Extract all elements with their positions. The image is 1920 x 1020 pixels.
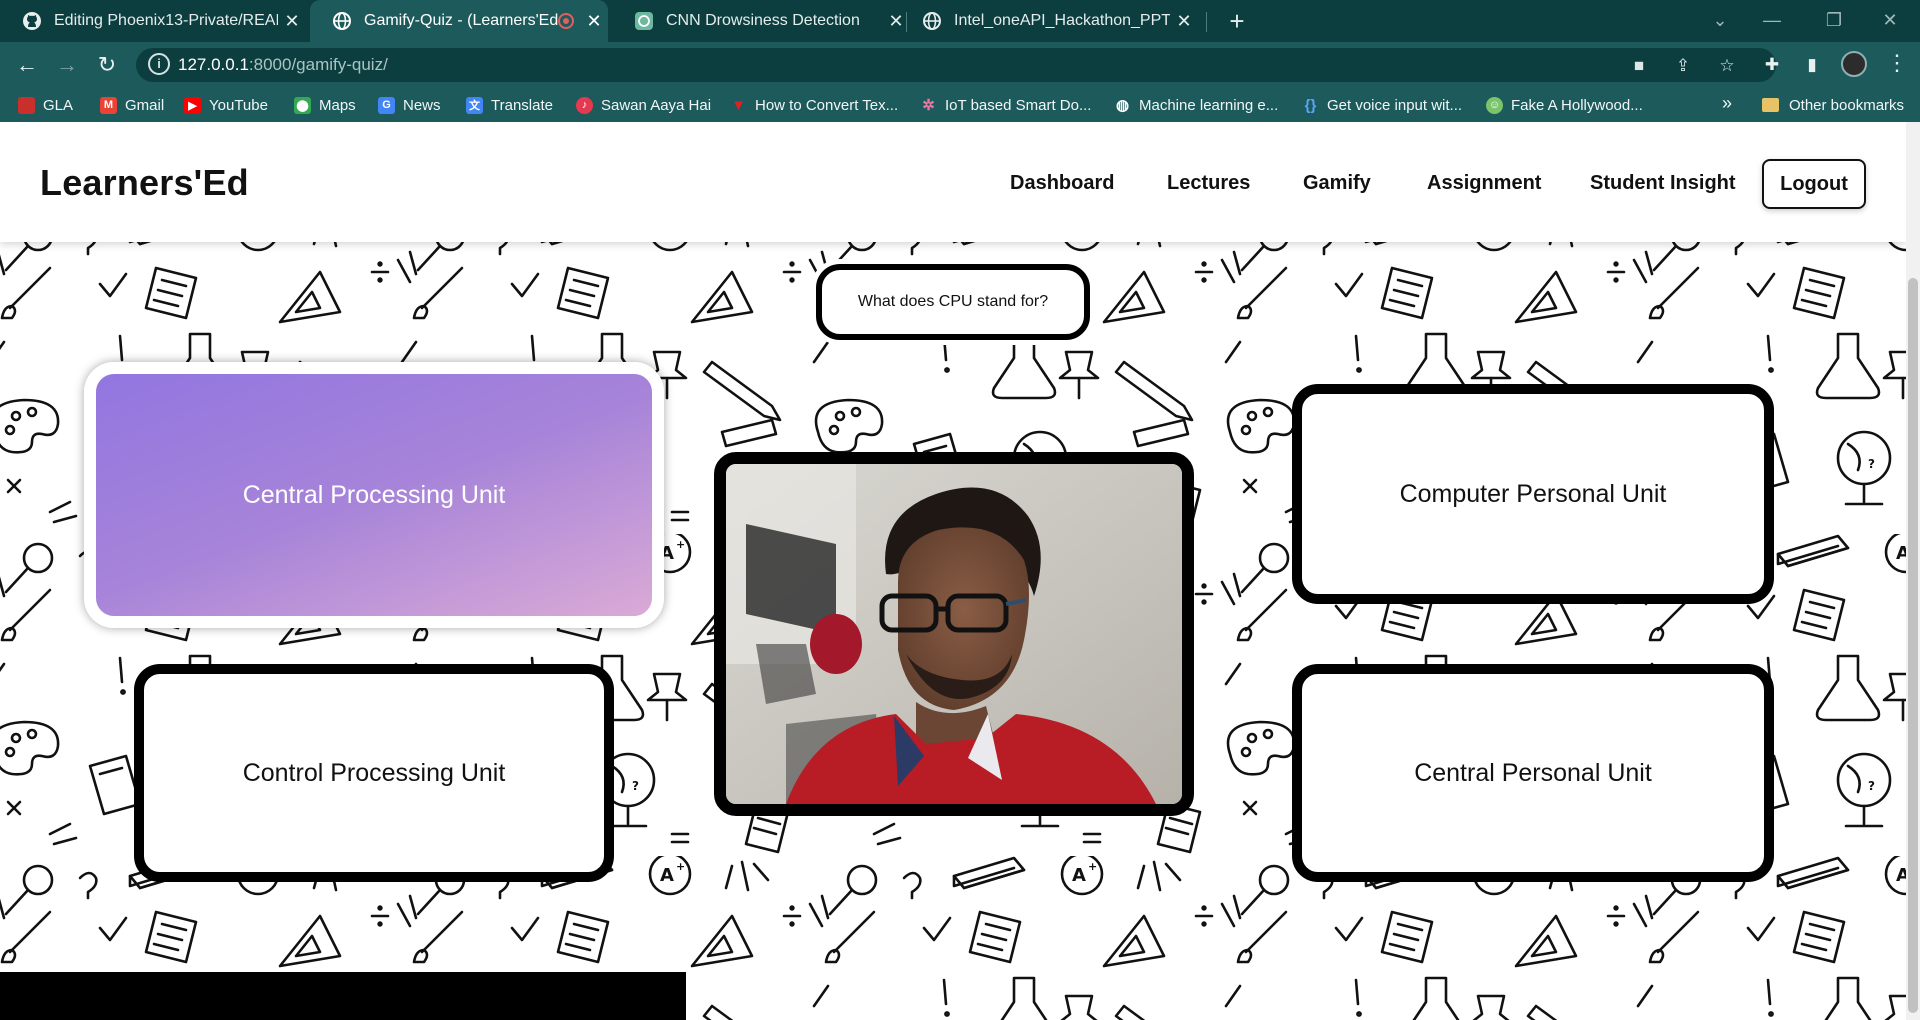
url-host: 127.0.0.1 (178, 55, 249, 74)
gmail-icon: M (100, 96, 117, 114)
tab-intel-ppt[interactable]: Intel_oneAPI_Hackathon_PPT.png ✕ (900, 0, 1198, 42)
webcam-image (726, 464, 1182, 804)
menu-icon[interactable]: ⋮ (1886, 52, 1908, 74)
profile-avatar-icon[interactable] (1841, 51, 1867, 77)
bookmark-label: News (403, 96, 441, 114)
brand-logo[interactable]: Learners'Ed (40, 162, 249, 204)
tab-title: Gamify-Quiz - (Learners'Ed) (364, 12, 558, 29)
folder-icon (1762, 98, 1779, 112)
braces-icon: {} (1304, 96, 1317, 114)
page-viewport: A+ ? Learners'Ed Dashboard Lectures Gami… (0, 122, 1906, 1020)
tab-search-icon[interactable]: ⌄ (1692, 0, 1748, 42)
close-tab-icon[interactable]: ✕ (1170, 11, 1198, 32)
bookmark-label: How to Convert Tex... (755, 96, 899, 114)
scrollbar-thumb[interactable] (1908, 278, 1918, 1013)
globe-icon: ◍ (1115, 97, 1130, 114)
nav-lectures[interactable]: Lectures (1167, 172, 1250, 195)
answer-option-4[interactable]: Central Personal Unit (1292, 664, 1774, 882)
other-bookmarks[interactable]: Other bookmarks (1762, 88, 1904, 122)
bookmark-star-icon[interactable]: ☆ (1716, 55, 1738, 77)
youtube-icon: ▶ (184, 96, 201, 114)
nav-dashboard[interactable]: Dashboard (1010, 172, 1114, 195)
bookmark-label: Fake A Hollywood... (1511, 96, 1643, 114)
bookmark-label: GLA (43, 96, 74, 114)
globe-icon (922, 11, 942, 31)
bookmark-label: Gmail (125, 96, 165, 114)
bookmark-label: Translate (491, 96, 553, 114)
quiz-question: What does CPU stand for? (816, 264, 1090, 340)
restore-icon[interactable]: ❐ (1806, 0, 1862, 42)
logout-button[interactable]: Logout (1762, 159, 1866, 209)
face-icon: ☺ (1486, 96, 1503, 114)
bookmark-label: Maps (319, 96, 356, 114)
black-overlay-bar (0, 972, 686, 1020)
bookmark-voice[interactable]: {} Get voice input wit... (1302, 88, 1462, 122)
nav-gamify[interactable]: Gamify (1303, 172, 1371, 195)
globe-icon (332, 11, 352, 31)
tab-divider (1206, 12, 1207, 32)
side-panel-icon[interactable]: ▮ (1801, 54, 1823, 76)
bookmark-gmail[interactable]: M Gmail (100, 88, 164, 122)
answer-option-2[interactable]: Computer Personal Unit (1292, 384, 1774, 604)
bookmark-news[interactable]: G News (378, 88, 441, 122)
app-navbar: Learners'Ed Dashboard Lectures Gamify As… (0, 122, 1906, 242)
url-path: :8000/gamify-quiz/ (248, 55, 388, 74)
bookmark-iot[interactable]: ✲ IoT based Smart Do... (920, 88, 1091, 122)
answer-option-1[interactable]: Central Processing Unit (84, 362, 664, 628)
site-info-icon[interactable]: i (148, 53, 170, 75)
camera-in-use-icon[interactable]: ■ (1628, 55, 1650, 77)
answer-option-3[interactable]: Control Processing Unit (134, 664, 614, 882)
tab-strip: Editing Phoenix13-Private/READM ✕ Gamify… (0, 0, 1920, 42)
bookmark-gla[interactable]: GLA (18, 88, 73, 122)
maps-icon: ⬤ (294, 96, 311, 114)
tab-title: CNN Drowsiness Detection (666, 12, 860, 29)
bookmark-sawan[interactable]: ♪ Sawan Aaya Hai (576, 88, 711, 122)
extensions-icon[interactable]: ✚ (1761, 54, 1783, 76)
chatgpt-icon (634, 11, 654, 31)
browser-toolbar: ← → ↻ i 127.0.0.1:8000/gamify-quiz/ ■ ⇪ … (0, 42, 1920, 88)
tab-title: Editing Phoenix13-Private/READM (54, 12, 278, 29)
nav-student-insight[interactable]: Student Insight (1590, 172, 1736, 195)
address-bar[interactable]: i 127.0.0.1:8000/gamify-quiz/ ■ ⇪ ☆ (136, 48, 1776, 82)
tab-github[interactable]: Editing Phoenix13-Private/READM ✕ (0, 0, 306, 42)
triangle-icon: ▼ (731, 96, 746, 114)
tab-title: Intel_oneAPI_Hackathon_PPT.png (954, 12, 1170, 29)
tab-gamify-quiz[interactable]: Gamify-Quiz - (Learners'Ed) ✕ (310, 0, 608, 42)
bookmark-translate[interactable]: 文 Translate (466, 88, 553, 122)
bookmark-youtube[interactable]: ▶ YouTube (184, 88, 268, 122)
tab-cnn-drowsiness[interactable]: CNN Drowsiness Detection ✕ (612, 0, 910, 42)
close-tab-icon[interactable]: ✕ (580, 11, 608, 32)
url-text[interactable]: 127.0.0.1:8000/gamify-quiz/ (178, 55, 388, 75)
bookmarks-bar: GLA M Gmail ▶ YouTube ⬤ Maps G News 文 Transla… (0, 88, 1920, 122)
forward-icon[interactable]: → (52, 50, 82, 80)
webcam-feed (714, 452, 1194, 816)
close-window-icon[interactable]: ✕ (1862, 0, 1918, 42)
reload-icon[interactable]: ↻ (92, 50, 122, 80)
more-bookmarks-button[interactable]: » (1722, 93, 1732, 114)
bookmark-label: Get voice input wit... (1327, 96, 1463, 114)
github-icon (22, 11, 42, 31)
page-scrollbar[interactable] (1906, 122, 1920, 1020)
bookmark-label: Machine learning e... (1139, 96, 1279, 114)
back-icon[interactable]: ← (12, 50, 42, 80)
bookmark-label: Other bookmarks (1789, 96, 1905, 114)
minimize-icon[interactable]: — (1744, 0, 1800, 42)
gla-icon (18, 96, 35, 114)
new-tab-button[interactable]: + (1222, 6, 1252, 36)
news-icon: G (378, 96, 395, 114)
bookmark-label: YouTube (209, 96, 268, 114)
bookmark-label: Sawan Aaya Hai (601, 96, 712, 114)
close-tab-icon[interactable]: ✕ (278, 11, 306, 32)
recording-icon (558, 13, 574, 29)
bookmark-maps[interactable]: ⬤ Maps (294, 88, 356, 122)
bookmark-ml[interactable]: ◍ Machine learning e... (1114, 88, 1278, 122)
nav-assignment[interactable]: Assignment (1427, 172, 1541, 195)
bookmark-hollywood[interactable]: ☺ Fake A Hollywood... (1486, 88, 1643, 122)
share-icon[interactable]: ⇪ (1672, 55, 1694, 77)
music-icon: ♪ (576, 96, 593, 114)
translate-icon: 文 (466, 96, 483, 114)
bookmark-convert[interactable]: ▼ How to Convert Tex... (730, 88, 898, 122)
iot-icon: ✲ (922, 97, 935, 114)
bookmark-label: IoT based Smart Do... (945, 96, 1092, 114)
